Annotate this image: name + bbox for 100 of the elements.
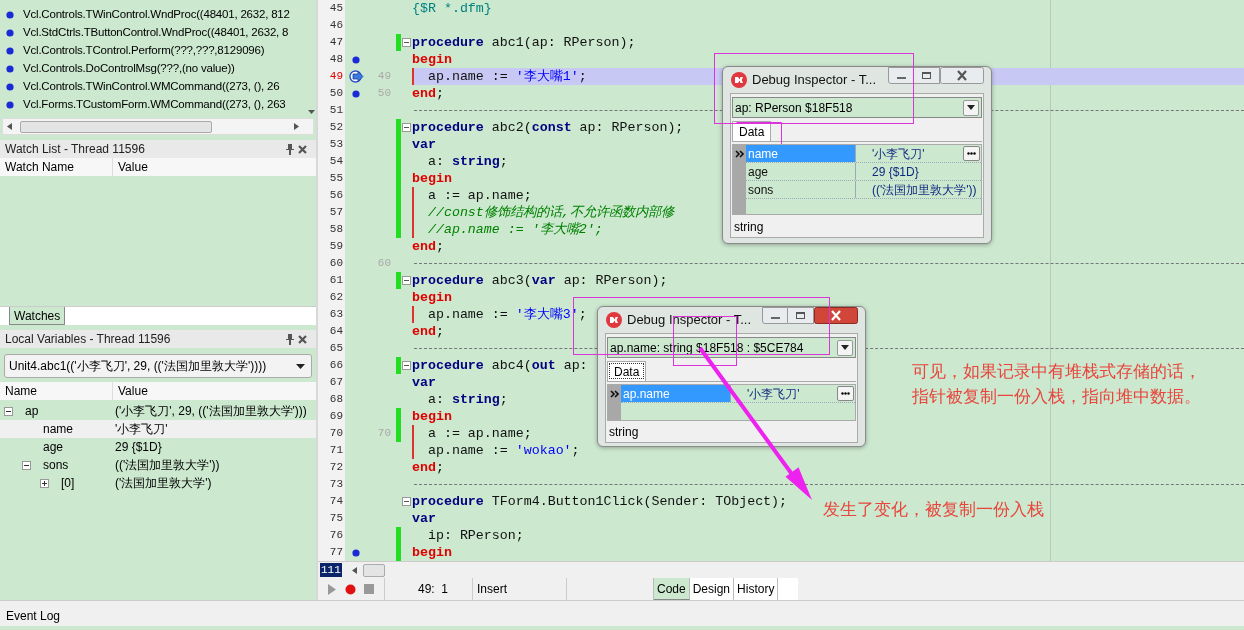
column-header[interactable]: Watch Name xyxy=(0,158,113,176)
line-number: 50 xyxy=(376,86,392,101)
annotation-text: 指针被复制一份入栈，指向堆中数据。 xyxy=(912,386,1201,408)
property-name[interactable]: age xyxy=(746,163,856,180)
data-tab[interactable]: Data xyxy=(607,361,647,381)
view-tab[interactable]: History xyxy=(734,578,779,600)
scrollbar-thumb[interactable] xyxy=(20,120,212,133)
code-line: procedure abc2(const ap: RPerson); xyxy=(412,119,684,136)
breakpoint-dot-icon[interactable] xyxy=(352,548,360,557)
column-header[interactable]: Name xyxy=(0,382,113,400)
code-line: {$R *.dfm} xyxy=(412,0,492,17)
collapse-icon[interactable] xyxy=(22,460,31,470)
line-number: 75 xyxy=(318,510,345,527)
collapse-icon[interactable] xyxy=(402,361,411,370)
collapse-icon[interactable] xyxy=(402,123,411,132)
scroll-down-icon[interactable] xyxy=(307,110,315,114)
line-number: 69 xyxy=(318,408,345,425)
panel-title: Event Log xyxy=(6,608,61,625)
expression-dropdown[interactable]: ap: RPerson $18F518 xyxy=(732,97,982,118)
stack-frame[interactable]: Vcl.Controls.TWinControl.WMCommand((273, (), 26 xyxy=(23,78,280,96)
line-number: 61 xyxy=(318,272,345,289)
code-line: begin xyxy=(412,289,452,306)
line-number: 76 xyxy=(318,527,345,544)
line-number: 72 xyxy=(318,459,345,476)
stack-frame[interactable]: Vcl.Forms.TCustomForm.WMCommand((273, (), 263 xyxy=(23,96,286,114)
caret-icon xyxy=(841,345,849,350)
close-button[interactable] xyxy=(940,67,984,84)
minimize-button[interactable] xyxy=(762,307,788,324)
line-number: 46 xyxy=(318,17,345,34)
collapse-icon[interactable] xyxy=(4,406,13,416)
more-button[interactable] xyxy=(837,386,854,401)
dropdown-button[interactable] xyxy=(963,99,979,116)
minimize-button[interactable] xyxy=(888,67,914,84)
watches-tab[interactable]: Watches xyxy=(9,307,66,325)
variable-value: 29 {$1D} xyxy=(114,439,162,456)
maximize-button[interactable] xyxy=(788,307,814,324)
record-icon[interactable] xyxy=(345,583,356,595)
pin-icon[interactable] xyxy=(286,143,294,155)
code-line: end; xyxy=(412,238,444,255)
tree-row[interactable]: age 29 {$1D} xyxy=(0,438,316,456)
stack-frame[interactable]: Vcl.Controls.DoControlMsg(???,(no value)) xyxy=(23,60,235,78)
variable-value: ('法国加里敦大学') xyxy=(114,475,212,492)
dropdown-value: Unit4.abc1(('小李飞刀', 29, (('法国加里敦大学')))) xyxy=(9,358,267,375)
collapse-icon[interactable] xyxy=(402,276,411,285)
more-button[interactable] xyxy=(963,146,980,161)
horizontal-scrollbar[interactable] xyxy=(2,118,314,135)
tree-row[interactable]: ap ('小李飞刀', 29, (('法国加里敦大学'))) xyxy=(0,402,316,420)
line-number: 56 xyxy=(318,187,345,204)
collapse-icon[interactable] xyxy=(402,38,411,47)
stack-frame[interactable]: Vcl.StdCtrls.TButtonControl.WndProc((48401, 2632, 8 xyxy=(23,24,289,42)
ellipsis-icon xyxy=(967,152,976,155)
close-button[interactable] xyxy=(814,307,858,324)
line-number: 59 xyxy=(318,238,345,255)
line-number: 70 xyxy=(376,426,392,441)
line-number: 74 xyxy=(318,493,345,510)
code-line: a := ap.name; xyxy=(412,425,532,442)
line-number: 70 xyxy=(318,425,345,442)
variable-name: age xyxy=(43,439,64,456)
scrollbar-thumb[interactable] xyxy=(362,563,385,577)
view-tab[interactable]: Code xyxy=(654,578,690,600)
stack-frame[interactable]: Vcl.Controls.TControl.Perform(???,???,8129096) xyxy=(23,42,265,60)
scroll-left-icon[interactable] xyxy=(351,566,357,574)
column-header[interactable]: Value xyxy=(113,158,316,176)
pin-icon[interactable] xyxy=(286,333,294,345)
tree-row[interactable]: [0] ('法国加里敦大学') xyxy=(0,474,316,492)
collapse-icon[interactable] xyxy=(402,497,411,506)
tree-row[interactable]: sons (('法国加里敦大学')) xyxy=(0,456,316,474)
line-number: 62 xyxy=(318,289,345,306)
data-tab[interactable]: Data xyxy=(732,121,772,141)
expand-icon[interactable] xyxy=(40,478,49,488)
scroll-left-icon[interactable] xyxy=(7,123,12,130)
dropdown-button[interactable] xyxy=(837,339,853,356)
line-number: 64 xyxy=(318,323,345,340)
code-line: a := ap.name; xyxy=(412,187,532,204)
ellipsis-icon xyxy=(841,392,850,395)
type-label: string xyxy=(734,218,764,236)
line-number: 49 xyxy=(376,69,392,84)
stack-frame[interactable]: Vcl.Controls.TWinControl.WndProc((48401, 2632, 812 xyxy=(23,6,290,24)
line-number: 63 xyxy=(318,306,345,323)
close-icon[interactable] xyxy=(298,144,307,154)
scroll-right-icon[interactable] xyxy=(294,123,299,130)
window-title: Debug Inspector - T... xyxy=(752,71,877,90)
column-header[interactable]: Value xyxy=(113,382,316,400)
tree-row[interactable]: name '小李飞刀' xyxy=(0,420,316,438)
property-name[interactable]: sons xyxy=(746,181,856,198)
variable-value: ('小李飞刀', 29, (('法国加里敦大学'))) xyxy=(114,403,307,420)
maximize-button[interactable] xyxy=(914,67,940,84)
close-icon[interactable] xyxy=(298,334,307,344)
code-line: end; xyxy=(412,459,444,476)
breakpoint-dot-icon[interactable] xyxy=(352,89,360,98)
breakpoint-dot-icon xyxy=(6,65,14,73)
variable-name: ap xyxy=(25,403,39,420)
breakpoint-dot-icon[interactable] xyxy=(352,55,360,64)
line-number: 65 xyxy=(318,340,345,357)
code-line: var xyxy=(412,136,436,153)
line-number: 53 xyxy=(318,136,345,153)
line-number: 47 xyxy=(318,34,345,51)
panel-title: Local Variables - Thread 11596 xyxy=(5,331,171,348)
property-value: (('法国加里敦大学')) xyxy=(871,181,978,199)
frame-dropdown[interactable]: Unit4.abc1(('小李飞刀', 29, (('法国加里敦大学')))) xyxy=(4,354,312,378)
